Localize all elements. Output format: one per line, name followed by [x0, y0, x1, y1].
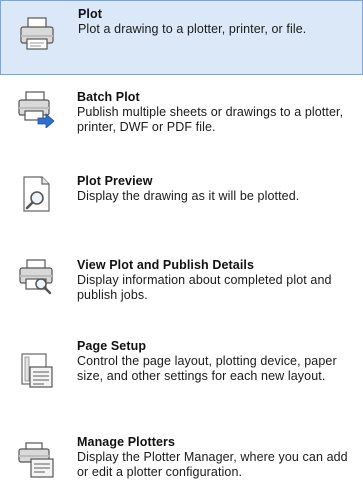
menu-item-description: Control the page layout, plotting device…: [77, 354, 337, 383]
plot-details-icon: [16, 256, 56, 296]
page-setup-icon: [16, 351, 56, 391]
menu-item-plot-preview[interactable]: Plot Preview Display the drawing as it w…: [0, 166, 363, 232]
printer-icon: [17, 13, 57, 53]
menu-item-title: Page Setup: [77, 339, 147, 353]
menu-item-title: Plot Preview: [77, 174, 153, 188]
menu-item-description: Display the drawing as it will be plotte…: [77, 189, 300, 203]
menu-item-description: Publish multiple sheets or drawings to a…: [77, 105, 344, 134]
menu-item-title: Plot: [78, 7, 103, 21]
menu-item-batch-plot[interactable]: Batch Plot Publish multiple sheets or dr…: [0, 82, 363, 152]
menu-item-view-plot-publish-details[interactable]: View Plot and Publish Details Display in…: [0, 250, 363, 316]
menu-item-manage-plotters[interactable]: Manage Plotters Display the Plotter Mana…: [0, 430, 363, 493]
plot-menu: Plot Plot a drawing to a plotter, printe…: [0, 0, 363, 493]
menu-item-description: Display information about completed plot…: [77, 273, 332, 302]
plot-preview-icon: [16, 174, 56, 214]
menu-item-title: Batch Plot: [77, 90, 140, 104]
menu-item-description: Display the Plotter Manager, where you c…: [77, 450, 348, 479]
menu-item-title: View Plot and Publish Details: [77, 258, 255, 272]
manage-plotters-icon: [16, 440, 56, 480]
menu-item-plot[interactable]: Plot Plot a drawing to a plotter, printe…: [0, 0, 363, 75]
menu-item-description: Plot a drawing to a plotter, printer, or…: [78, 22, 307, 36]
menu-item-page-setup[interactable]: Page Setup Control the page layout, plot…: [0, 333, 363, 411]
batch-plot-icon: [16, 88, 56, 128]
menu-item-title: Manage Plotters: [77, 435, 176, 449]
